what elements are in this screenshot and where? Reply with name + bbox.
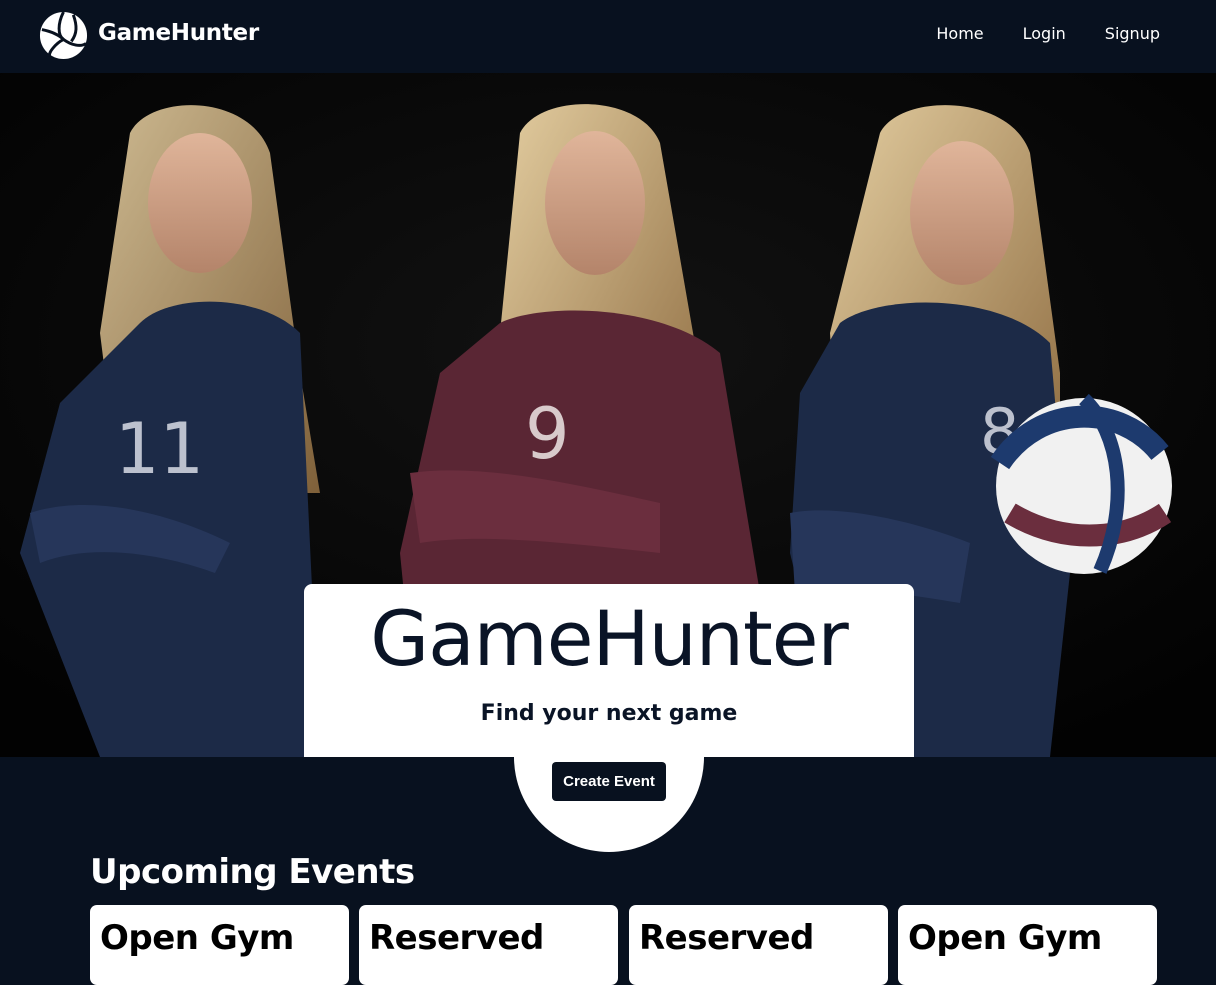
brand-name: GameHunter: [98, 19, 259, 46]
hero-title: GameHunter: [370, 594, 849, 683]
event-card-title: Reserved: [369, 918, 544, 958]
event-card[interactable]: Reserved: [629, 905, 888, 985]
nav-login-link[interactable]: Login: [1023, 24, 1066, 43]
event-card[interactable]: Open Gym: [90, 905, 349, 985]
event-card-title: Reserved: [639, 918, 814, 958]
event-card-title: Open Gym: [908, 918, 1102, 958]
brand-link[interactable]: GameHunter: [38, 10, 259, 61]
event-card[interactable]: Reserved: [359, 905, 618, 985]
event-card-title: Open Gym: [100, 918, 294, 958]
hero-subtitle: Find your next game: [480, 701, 738, 726]
event-card[interactable]: Open Gym: [898, 905, 1157, 985]
volleyball-logo-icon: [39, 11, 88, 60]
nav-signup-link[interactable]: Signup: [1105, 24, 1160, 43]
create-event-button[interactable]: Create Event: [552, 762, 666, 801]
svg-text:9: 9: [525, 393, 570, 475]
svg-text:11: 11: [115, 408, 204, 490]
upcoming-events-heading: Upcoming Events: [90, 852, 415, 892]
nav-home-link[interactable]: Home: [936, 24, 983, 43]
navbar: GameHunter Home Login Signup: [0, 0, 1216, 73]
hero-card: GameHunter Find your next game: [304, 584, 914, 757]
nav-links: Home Login Signup: [936, 24, 1160, 43]
